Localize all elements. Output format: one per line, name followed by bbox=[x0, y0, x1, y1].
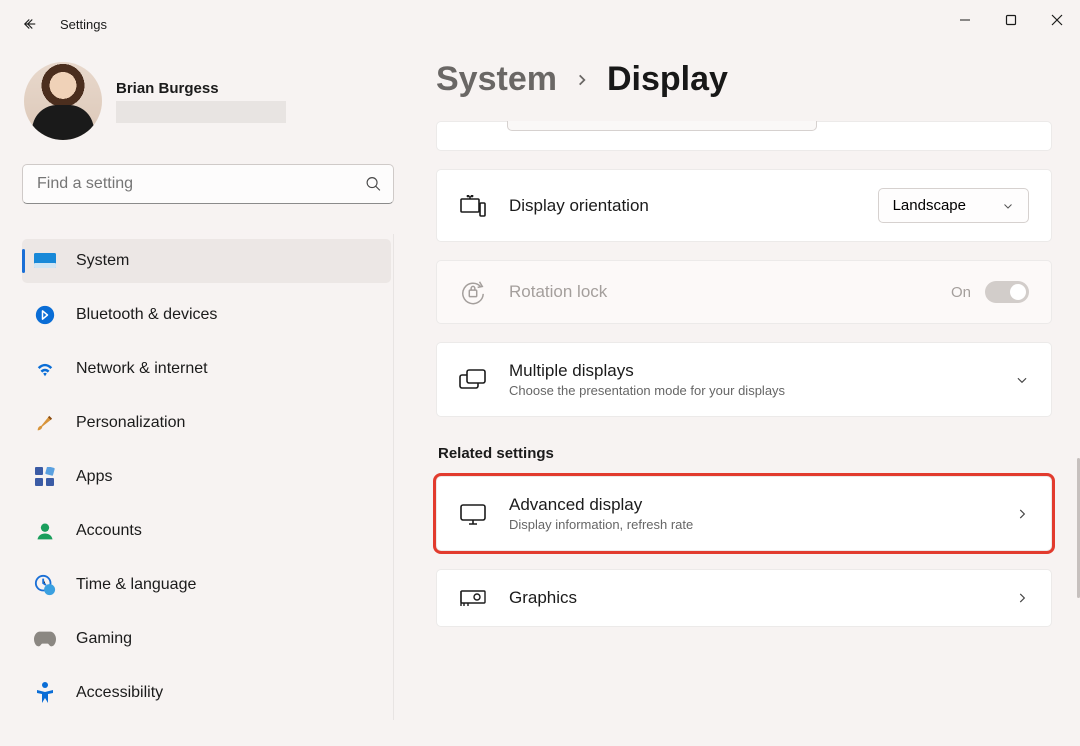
sidebar-item-accounts[interactable]: Accounts bbox=[22, 509, 391, 553]
card-title: Graphics bbox=[509, 588, 993, 608]
maximize-icon bbox=[1005, 14, 1017, 26]
sidebar-item-gaming[interactable]: Gaming bbox=[22, 617, 391, 661]
rotation-lock-toggle bbox=[985, 281, 1029, 303]
sidebar-item-label: Gaming bbox=[76, 630, 132, 648]
chevron-down-icon bbox=[1002, 200, 1014, 212]
graphics-card-icon bbox=[459, 588, 487, 608]
profile-name: Brian Burgess bbox=[116, 80, 286, 97]
card-title: Display orientation bbox=[509, 196, 856, 216]
accounts-icon bbox=[34, 520, 56, 542]
sidebar-item-system[interactable]: System bbox=[22, 239, 391, 283]
sidebar-item-label: Accounts bbox=[76, 522, 142, 540]
app-title: Settings bbox=[60, 17, 107, 32]
card-graphics[interactable]: Graphics bbox=[436, 569, 1052, 627]
monitor-icon bbox=[459, 503, 487, 525]
sidebar-item-personalization[interactable]: Personalization bbox=[22, 401, 391, 445]
section-related: Related settings bbox=[438, 445, 1052, 462]
chevron-right-icon bbox=[1015, 507, 1029, 521]
sidebar-item-label: Apps bbox=[76, 468, 112, 486]
paintbrush-icon bbox=[34, 412, 56, 434]
minimize-icon bbox=[959, 14, 971, 26]
card-title: Multiple displays bbox=[509, 361, 993, 381]
close-icon bbox=[1051, 14, 1063, 26]
sidebar-item-label: Time & language bbox=[76, 576, 196, 594]
card-multiple-displays[interactable]: Multiple displays Choose the presentatio… bbox=[436, 342, 1052, 417]
search-icon bbox=[365, 176, 382, 193]
sidebar-nav: System Bluetooth & devices Network & int… bbox=[22, 234, 394, 720]
orientation-icon bbox=[459, 195, 487, 217]
sidebar-item-time-language[interactable]: Time & language bbox=[22, 563, 391, 607]
card-subtitle: Choose the presentation mode for your di… bbox=[509, 383, 993, 398]
wifi-icon bbox=[34, 358, 56, 380]
card-rotation-lock: Rotation lock On bbox=[436, 260, 1052, 324]
orientation-select[interactable]: Landscape bbox=[878, 188, 1029, 223]
clock-globe-icon bbox=[34, 574, 56, 596]
card-title: Rotation lock bbox=[509, 282, 929, 302]
maximize-button[interactable] bbox=[988, 0, 1034, 40]
breadcrumb-current: Display bbox=[607, 60, 728, 99]
breadcrumb: System Display bbox=[436, 60, 1052, 99]
card-display-orientation[interactable]: Display orientation Landscape bbox=[436, 169, 1052, 242]
avatar bbox=[24, 62, 102, 140]
sidebar-item-label: Bluetooth & devices bbox=[76, 306, 217, 324]
chevron-down-icon bbox=[1015, 373, 1029, 387]
bluetooth-icon bbox=[34, 304, 56, 326]
card-title: Advanced display bbox=[509, 495, 993, 515]
rotation-lock-icon bbox=[459, 279, 487, 305]
close-button[interactable] bbox=[1034, 0, 1080, 40]
sidebar-item-accessibility[interactable]: Accessibility bbox=[22, 671, 391, 715]
profile-subline-redacted bbox=[116, 101, 286, 123]
card-advanced-display[interactable]: Advanced display Display information, re… bbox=[436, 476, 1052, 551]
sidebar-item-apps[interactable]: Apps bbox=[22, 455, 391, 499]
chevron-right-icon bbox=[575, 73, 589, 87]
sidebar-item-bluetooth[interactable]: Bluetooth & devices bbox=[22, 293, 391, 337]
sidebar-item-network[interactable]: Network & internet bbox=[22, 347, 391, 391]
chevron-right-icon bbox=[1015, 591, 1029, 605]
breadcrumb-parent[interactable]: System bbox=[436, 60, 557, 99]
minimize-button[interactable] bbox=[942, 0, 988, 40]
dropdown-fragment[interactable] bbox=[507, 121, 817, 131]
select-value: Landscape bbox=[893, 197, 966, 214]
card-subtitle: Display information, refresh rate bbox=[509, 517, 993, 532]
accessibility-icon bbox=[34, 682, 56, 704]
gamepad-icon bbox=[34, 628, 56, 650]
sidebar-item-label: Network & internet bbox=[76, 360, 208, 378]
search-input[interactable] bbox=[22, 164, 394, 204]
profile-block[interactable]: Brian Burgess bbox=[22, 62, 394, 140]
back-button[interactable] bbox=[10, 4, 50, 44]
card-cut-off bbox=[436, 121, 1052, 151]
sidebar-item-label: Personalization bbox=[76, 414, 185, 432]
sidebar-item-label: Accessibility bbox=[76, 684, 163, 702]
apps-icon bbox=[34, 466, 56, 488]
system-icon bbox=[34, 250, 56, 272]
toggle-state-label: On bbox=[951, 284, 971, 301]
multiple-displays-icon bbox=[459, 369, 487, 391]
sidebar-item-label: System bbox=[76, 252, 129, 270]
